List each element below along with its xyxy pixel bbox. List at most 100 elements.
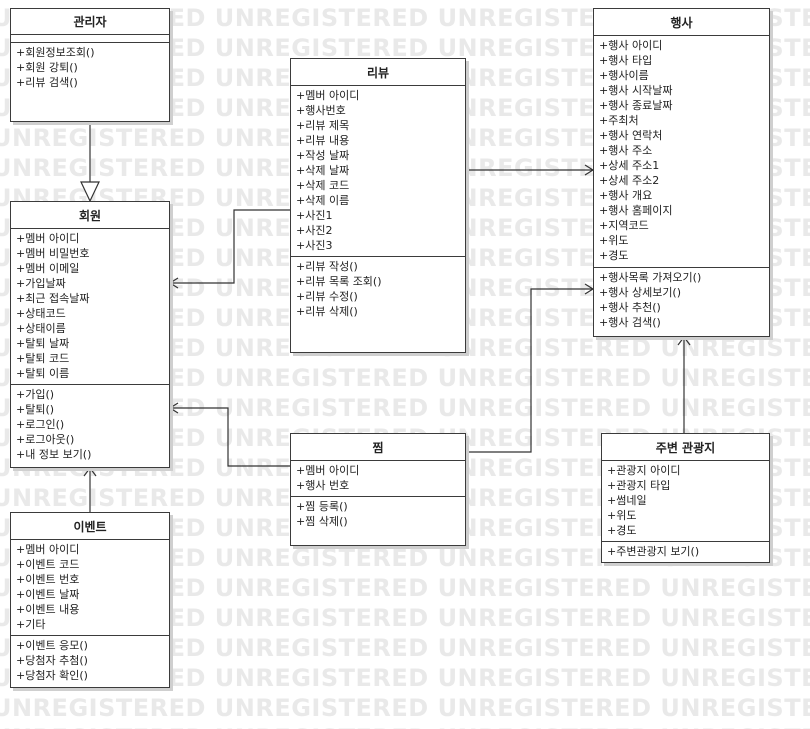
class-attribute: +행사 주소 — [599, 144, 653, 157]
class-attributes: +멤버 아이디 +행사 번호 — [291, 461, 465, 497]
class-attribute: +경도 — [607, 524, 637, 537]
class-attributes: +멤버 아이디 +이벤트 코드 +이벤트 번호 +이벤트 날짜 +이벤트 내용 +기타 — [11, 540, 169, 636]
class-attribute: +이벤트 날짜 — [16, 588, 80, 601]
class-attribute: +경도 — [599, 249, 629, 262]
class-attribute: +가입날짜 — [16, 277, 66, 290]
class-attribute: +행사 개요 — [599, 189, 653, 202]
class-operation: +로그인() — [16, 418, 65, 431]
class-attribute: +썸네일 — [607, 494, 647, 507]
class-attribute: +위도 — [607, 509, 637, 522]
class-attribute: +행사 연락처 — [599, 129, 663, 142]
class-attribute: +멤버 아이디 — [296, 464, 360, 477]
class-attribute: +작성 날짜 — [296, 149, 350, 162]
class-operation: +행사목록 가져오기() — [599, 271, 702, 284]
class-festival[interactable]: 행사 +행사 아이디 +행사 타입 +행사이름 +행사 시작날짜 +행사 종료날짜 +주최… — [593, 8, 770, 337]
class-attribute: +삭제 코드 — [296, 179, 350, 192]
class-attribute: +행사 홈페이지 — [599, 204, 673, 217]
class-operation: +찜 삭제() — [296, 515, 348, 528]
class-attribute: +행사 종료날짜 — [599, 99, 673, 112]
class-attribute: +탈퇴 코드 — [16, 352, 70, 365]
class-operation: +이벤트 응모() — [16, 639, 88, 652]
class-attributes: +행사 아이디 +행사 타입 +행사이름 +행사 시작날짜 +행사 종료날짜 +주최처 +행… — [594, 36, 769, 268]
class-attribute: +관광지 아이디 — [607, 464, 681, 477]
class-operations: +이벤트 응모() +당첨자 추첨() +당첨자 확인() — [11, 636, 169, 686]
class-attribute: +최근 접속날짜 — [16, 292, 90, 305]
class-operation: +내 정보 보기() — [16, 448, 92, 461]
class-name: 이벤트 — [11, 513, 169, 540]
class-operation: +행사 상세보기() — [599, 286, 682, 299]
class-attribute: +관광지 타입 — [607, 479, 671, 492]
class-attribute: +멤버 아이디 — [296, 89, 360, 102]
class-bookmark[interactable]: 찜 +멤버 아이디 +행사 번호 +찜 등록() +찜 삭제() — [290, 433, 466, 546]
class-attribute: +위도 — [599, 234, 629, 247]
class-attribute: +행사번호 — [296, 104, 346, 117]
class-event[interactable]: 이벤트 +멤버 아이디 +이벤트 코드 +이벤트 번호 +이벤트 날짜 +이벤트 내용 +… — [10, 512, 170, 688]
class-attribute: +행사 번호 — [296, 479, 350, 492]
class-operation: +리뷰 삭제() — [296, 305, 358, 318]
class-attribute: +주최처 — [599, 114, 639, 127]
class-operations: +주변관광지 보기() — [602, 542, 769, 562]
class-attribute: +멤버 비밀번호 — [16, 247, 90, 260]
class-operations: +가입() +탈퇴() +로그인() +로그아웃() +내 정보 보기() — [11, 385, 169, 465]
class-attribute: +멤버 아이디 — [16, 232, 80, 245]
class-attribute: +행사이름 — [599, 69, 649, 82]
class-operation: +가입() — [16, 388, 55, 401]
class-attribute: +행사 시작날짜 — [599, 84, 673, 97]
class-operation: +리뷰 검색() — [16, 76, 78, 89]
class-attribute: +기타 — [16, 618, 46, 631]
class-operation: +리뷰 목록 조회() — [296, 275, 382, 288]
class-attribute: +지역코드 — [599, 219, 649, 232]
class-operation: +회원 강퇴() — [16, 61, 78, 74]
class-attribute: +상태코드 — [16, 307, 66, 320]
class-operations: +리뷰 작성() +리뷰 목록 조회() +리뷰 수정() +리뷰 삭제() — [291, 257, 465, 322]
class-name: 회원 — [11, 202, 169, 229]
class-operation: +찜 등록() — [296, 500, 348, 513]
relation-bookmark-member — [170, 407, 290, 467]
class-name: 주변 관광지 — [602, 434, 769, 461]
class-attributes: +멤버 아이디 +행사번호 +리뷰 제목 +리뷰 내용 +작성 날짜 +삭제 날짜 +삭제 … — [291, 86, 465, 257]
class-operation: +주변관광지 보기() — [607, 545, 700, 558]
class-attributes: +멤버 아이디 +멤버 비밀번호 +멤버 이메일 +가입날짜 +최근 접속날짜 +상태코드… — [11, 229, 169, 385]
class-operation: +리뷰 작성() — [296, 260, 358, 273]
class-attraction[interactable]: 주변 관광지 +관광지 아이디 +관광지 타입 +썸네일 +위도 +경도 +주변관광지 … — [601, 433, 770, 563]
class-attribute: +리뷰 내용 — [296, 134, 350, 147]
diagram-canvas: UNREGISTERED UNREGISTERED UNREGISTERED U… — [0, 0, 810, 729]
class-attribute: +사진3 — [296, 239, 333, 252]
class-name: 리뷰 — [291, 59, 465, 86]
class-attribute: +상세 주소2 — [599, 174, 660, 187]
class-attribute: +리뷰 제목 — [296, 119, 350, 132]
class-attribute: +사진1 — [296, 209, 333, 222]
class-attribute: +사진2 — [296, 224, 333, 237]
class-operation: +행사 검색() — [599, 316, 661, 329]
class-operation: +회원정보조회() — [16, 46, 95, 59]
class-attribute: +이벤트 내용 — [16, 603, 80, 616]
class-operation: +리뷰 수정() — [296, 290, 358, 303]
class-attribute: +삭제 이름 — [296, 194, 350, 207]
class-attribute: +이벤트 코드 — [16, 558, 80, 571]
class-name: 행사 — [594, 9, 769, 36]
class-operation: +탈퇴() — [16, 403, 55, 416]
class-name: 관리자 — [11, 9, 169, 35]
class-attribute: +멤버 아이디 — [16, 543, 80, 556]
class-operations: +찜 등록() +찜 삭제() — [291, 497, 465, 532]
class-attribute: +행사 타입 — [599, 54, 653, 67]
class-attributes — [11, 35, 169, 43]
class-operations: +행사목록 가져오기() +행사 상세보기() +행사 추천() +행사 검색() — [594, 268, 769, 333]
relation-bookmark-festival — [466, 288, 593, 453]
relation-review-member — [170, 209, 290, 284]
class-operation: +당첨자 확인() — [16, 669, 88, 682]
class-attribute: +행사 아이디 — [599, 39, 663, 52]
class-attribute: +탈퇴 이름 — [16, 367, 70, 380]
class-operations: +회원정보조회() +회원 강퇴() +리뷰 검색() — [11, 43, 169, 93]
class-review[interactable]: 리뷰 +멤버 아이디 +행사번호 +리뷰 제목 +리뷰 내용 +작성 날짜 +삭제 날짜 +… — [290, 58, 466, 353]
class-attributes: +관광지 아이디 +관광지 타입 +썸네일 +위도 +경도 — [602, 461, 769, 542]
class-admin[interactable]: 관리자 +회원정보조회() +회원 강퇴() +리뷰 검색() — [10, 8, 170, 122]
class-attribute: +삭제 날짜 — [296, 164, 350, 177]
class-attribute: +탈퇴 날짜 — [16, 337, 70, 350]
class-operation: +당첨자 추첨() — [16, 654, 88, 667]
class-member[interactable]: 회원 +멤버 아이디 +멤버 비밀번호 +멤버 이메일 +가입날짜 +최근 접속날짜 +상… — [10, 201, 170, 468]
class-attribute: +상세 주소1 — [599, 159, 660, 172]
generalization-arrowhead — [80, 181, 100, 203]
class-operation: +행사 추천() — [599, 301, 661, 314]
class-attribute: +상태이름 — [16, 322, 66, 335]
